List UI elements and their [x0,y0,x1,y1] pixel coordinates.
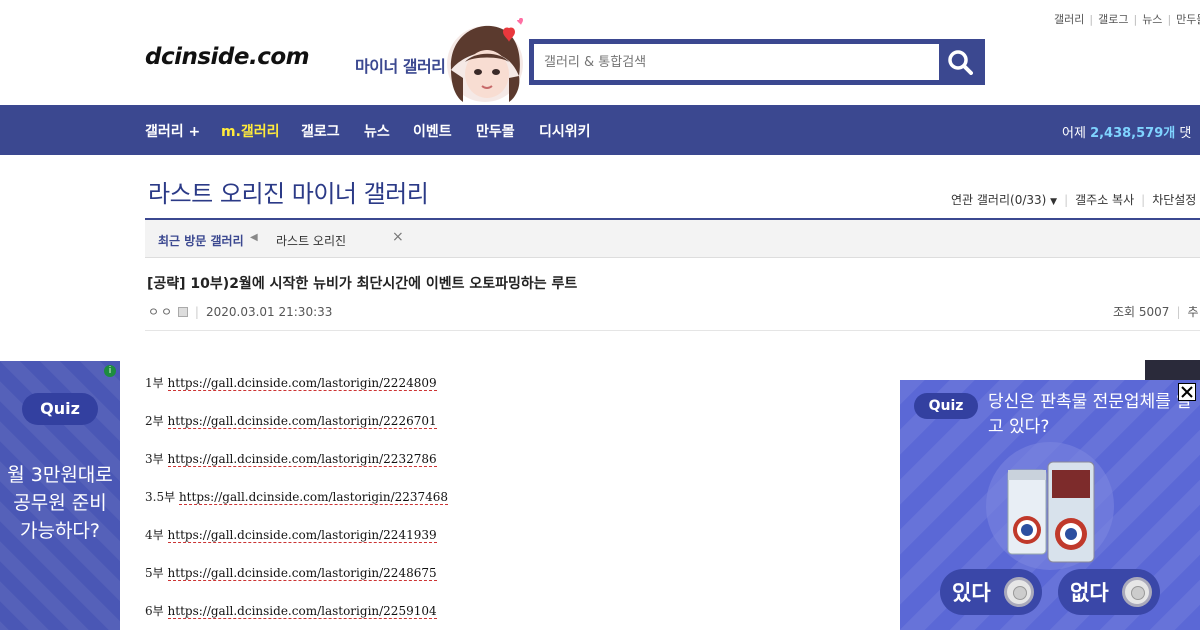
part-label: 1부 [145,376,164,390]
part-label: 2부 [145,414,164,428]
part-link[interactable]: https://gall.dcinside.com/lastorigin/225… [167,604,437,619]
right-quiz-ad[interactable]: Quiz 당신은 판촉물 전문업체를 알고 있다? 있다 없다 [900,380,1200,630]
yes-label: 있다 [952,581,991,605]
related-gallery-button[interactable]: 연관 갤러리(0/33) ▼ [951,193,1057,207]
related-gallery-label: 연관 갤러리(0/33) [951,193,1047,207]
nav-gallery[interactable]: 갤러리 + [145,121,200,141]
ad-question-line: 공무원 준비 [13,492,107,514]
part-link-row: 1부 https://gall.dcinside.com/lastorigin/… [145,374,448,412]
part-label: 3.5부 [145,490,176,504]
recommend-count: 추 [1187,305,1199,319]
yesterday-number: 2,438,579개 [1090,126,1176,141]
post-body: 1부 https://gall.dcinside.com/lastorigin/… [145,374,449,640]
part-link[interactable]: https://gall.dcinside.com/lastorigin/223… [178,490,449,505]
search-button[interactable] [940,44,980,80]
post-date: 2020.03.01 21:30:33 [205,305,333,319]
top-link-mall[interactable]: 만두몰 [1176,13,1200,26]
post-title: [공략] 10부)2월에 시작한 뉴비가 최단시간에 이벤트 오토파밍하는 루트 [147,276,578,292]
part-label: 6부 [145,604,164,618]
no-label: 없다 [1070,581,1109,605]
part-link[interactable]: https://gall.dcinside.com/lastorigin/224… [167,528,437,543]
gallery-title[interactable]: 라스트 오리진 마이너 갤러리 [148,174,429,209]
product-tumbler-image [986,442,1114,570]
part-link[interactable]: https://gall.dcinside.com/lastorigin/223… [167,452,437,467]
part-link[interactable]: https://gall.dcinside.com/lastorigin/224… [167,566,437,581]
part-link-row: 3부 https://gall.dcinside.com/lastorigin/… [145,450,448,488]
divider: | [1133,13,1138,26]
part-link-row: 4부 https://gall.dcinside.com/lastorigin/… [145,526,448,564]
yesterday-label: 어제 [1062,126,1086,141]
top-links: 갤러리 | 갤로그 | 뉴스 | 만두몰 [1054,11,1200,27]
yesterday-suffix: 댓 [1179,126,1192,141]
recent-gallery-item[interactable]: 라스트 오리진 [276,232,346,249]
part-label: 4부 [145,528,164,542]
search-box [534,44,939,80]
post-meta: ㅇㅇ | 2020.03.01 21:30:33 [148,303,332,320]
gallery-tools: 연관 갤러리(0/33) ▼ | 갤주소 복사 | 차단설정 [951,191,1196,208]
copy-address-button[interactable]: 갤주소 복사 [1075,193,1134,207]
part-link-row: 6부 https://gall.dcinside.com/lastorigin/… [145,602,448,640]
part-link-row: 2부 https://gall.dcinside.com/lastorigin/… [145,412,448,450]
radio-icon [1004,577,1034,607]
ad-yes-button[interactable]: 있다 [940,569,1042,615]
author-badge-icon [177,307,188,317]
nav-event[interactable]: 이벤트 [413,121,452,141]
divider: | [194,305,199,319]
left-quiz-ad[interactable]: i Quiz 월 3만원대로 공무원 준비 가능하다? [0,361,120,630]
part-link[interactable]: https://gall.dcinside.com/lastorigin/222… [167,414,437,429]
part-link-row: 5부 https://gall.dcinside.com/lastorigin/… [145,564,448,602]
nav-mall[interactable]: 만두몰 [476,121,515,141]
part-link-row: 3.5부 https://gall.dcinside.com/lastorigi… [145,488,449,526]
meta-divider [145,330,1200,331]
nav-wiki[interactable]: 디시위키 [539,121,591,141]
mascot-avatar [447,18,523,102]
part-label: 5부 [145,566,164,580]
part-link[interactable]: https://gall.dcinside.com/lastorigin/222… [167,376,437,391]
part-label: 3부 [145,452,164,466]
ad-no-button[interactable]: 없다 [1058,569,1160,615]
quiz-badge: Quiz [22,393,98,425]
recent-gallery-bar: 최근 방문 갤러리 ◀ 라스트 오리진 × [145,220,1200,258]
top-link-gallery[interactable]: 갤러리 [1054,13,1084,26]
ad-info-icon[interactable]: i [104,365,116,377]
yesterday-count: 어제 2,438,579개 댓 [1062,122,1191,141]
author-nickname[interactable]: ㅇㅇ [148,303,174,320]
divider: | [1176,305,1181,319]
divider: | [1064,193,1069,207]
recent-gallery-label: 최근 방문 갤러리 [158,234,244,248]
divider: | [1167,13,1172,26]
top-link-news[interactable]: 뉴스 [1142,13,1162,26]
ad-question-line: 월 3만원대로 [7,464,113,486]
divider: | [1141,193,1146,207]
caret-down-icon: ▼ [1050,197,1058,207]
post-stats: 조회 5007 | 추 [1113,303,1199,320]
close-icon[interactable]: × [392,229,404,245]
close-icon [1181,386,1193,398]
search-input[interactable] [534,44,939,80]
caret-left-icon[interactable]: ◀ [250,232,258,243]
radio-icon [1122,577,1152,607]
divider: | [1089,13,1094,26]
minor-gallery-link[interactable]: 마이너 갤러리 [355,53,446,77]
top-link-gallog[interactable]: 갤로그 [1098,13,1128,26]
ad-close-button[interactable] [1178,383,1196,401]
ad-question-line: 가능하다? [19,520,100,542]
block-settings-button[interactable]: 차단설정 [1152,193,1196,207]
nav-gallog[interactable]: 갤로그 [301,121,340,141]
ad-question: 월 3만원대로 공무원 준비 가능하다? [0,461,120,545]
quiz-badge: Quiz [914,393,978,419]
search-bar [529,39,985,85]
ad-banner-strip [1145,360,1200,382]
ad-question: 당신은 판촉물 전문업체를 알고 있다? [988,392,1192,437]
main-nav: 갤러리 + m.갤러리 갤로그 뉴스 이벤트 만두몰 디시위키 어제 2,438… [0,105,1200,155]
site-logo[interactable]: dcinside.com [145,44,310,70]
nav-news[interactable]: 뉴스 [364,121,390,141]
search-icon [948,50,973,75]
nav-minor-gallery[interactable]: m.갤러리 [221,121,280,141]
view-count: 조회 5007 [1113,305,1170,319]
